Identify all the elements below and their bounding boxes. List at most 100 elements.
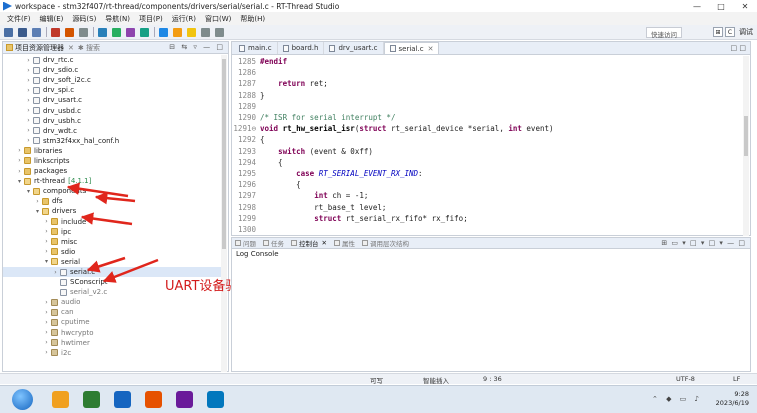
menu-edit[interactable]: 编辑(E): [40, 14, 64, 24]
new-icon[interactable]: [4, 27, 13, 37]
expand-icon[interactable]: ›: [25, 57, 32, 64]
close-icon[interactable]: ✕: [428, 45, 434, 53]
minimize-button[interactable]: —: [685, 0, 709, 12]
view-toolbar[interactable]: ⊟ ⇆ ▿ — □: [169, 43, 225, 51]
editor-tab[interactable]: drv_usart.c: [324, 42, 384, 54]
tree-item[interactable]: › i2c: [3, 348, 221, 358]
tree-item[interactable]: › drv_usbd.c: [3, 105, 221, 115]
tray-icons[interactable]: ⌃ ◆ ▭ ♪: [652, 395, 702, 403]
back-icon[interactable]: [201, 27, 210, 37]
terminal-icon[interactable]: [126, 27, 135, 37]
tree-item[interactable]: › drv_soft_i2c.c: [3, 75, 221, 85]
menu-help[interactable]: 帮助(H): [240, 14, 265, 24]
expand-icon[interactable]: ›: [43, 248, 50, 255]
editor-tab[interactable]: serial.c ✕: [383, 42, 440, 54]
search-icon[interactable]: [159, 27, 168, 37]
sdk-manager-icon[interactable]: [140, 27, 149, 37]
expand-icon[interactable]: ›: [43, 238, 50, 245]
rebuild-icon[interactable]: [65, 27, 74, 37]
tree-item[interactable]: › packages: [3, 166, 221, 176]
scrollbar-thumb[interactable]: [222, 59, 226, 249]
tree-item[interactable]: › drv_usbh.c: [3, 116, 221, 126]
collapse-icon[interactable]: ▾: [43, 258, 50, 265]
tree-item[interactable]: › dfs: [3, 196, 221, 206]
tree-item[interactable]: ▾ rt-thread [4.1.1]: [3, 176, 221, 186]
save-icon[interactable]: [18, 27, 27, 37]
expand-icon[interactable]: ›: [25, 87, 32, 94]
expand-icon[interactable]: ›: [25, 117, 32, 124]
tree-item[interactable]: ▾ serial: [3, 257, 221, 267]
console-toolbar[interactable]: ⊞ ▭ ▾ □ ▾ □ ▾ — □: [661, 239, 746, 247]
taskbar-app-icon[interactable]: [114, 391, 131, 408]
expand-icon[interactable]: ›: [52, 269, 59, 276]
project-explorer-tab[interactable]: 项目资源管理器: [15, 43, 64, 53]
expand-icon[interactable]: ›: [25, 127, 32, 134]
expand-icon[interactable]: ›: [25, 107, 32, 114]
expand-icon[interactable]: ›: [25, 137, 32, 144]
menu-run[interactable]: 运行(R): [172, 14, 196, 24]
clock[interactable]: 9:28 2023/6/19: [716, 390, 749, 408]
menu-source[interactable]: 源码(S): [72, 14, 96, 24]
tree-item[interactable]: › sdio: [3, 247, 221, 257]
tree-item[interactable]: › ipc: [3, 227, 221, 237]
editor-scrollbar[interactable]: [743, 56, 749, 236]
tree-item[interactable]: › hwcrypto: [3, 328, 221, 338]
editor-tab[interactable]: main.c: [234, 42, 278, 54]
search-tab[interactable]: ✱ 搜索: [78, 43, 100, 53]
expand-icon[interactable]: ›: [43, 329, 50, 336]
expand-icon[interactable]: ›: [43, 339, 50, 346]
menu-project[interactable]: 项目(P): [139, 14, 163, 24]
menu-navigate[interactable]: 导航(N): [105, 14, 130, 24]
expand-icon[interactable]: ›: [43, 309, 50, 316]
taskbar-app-icon[interactable]: [52, 391, 69, 408]
expand-icon[interactable]: ›: [43, 299, 50, 306]
build-icon[interactable]: [51, 27, 60, 37]
console-tab[interactable]: 问题: [235, 238, 256, 248]
tree-item[interactable]: › audio: [3, 297, 221, 307]
expand-icon[interactable]: ›: [43, 349, 50, 356]
debug-icon[interactable]: [98, 27, 107, 37]
tree-item[interactable]: › drv_spi.c: [3, 85, 221, 95]
maximize-button[interactable]: □: [709, 0, 733, 12]
expand-icon[interactable]: ›: [43, 319, 50, 326]
taskbar-app-icon[interactable]: [145, 391, 162, 408]
console-tab[interactable]: 调用层次结构: [361, 238, 409, 248]
editor-tab[interactable]: board.h: [278, 42, 325, 54]
taskbar-app-icon[interactable]: [207, 391, 224, 408]
tree-item[interactable]: › stm32f4xx_hal_conf.h: [3, 136, 221, 146]
tree-item[interactable]: ▾ drivers: [3, 206, 221, 216]
close-icon[interactable]: ✕: [68, 44, 74, 52]
clean-icon[interactable]: [79, 27, 88, 37]
console-tab[interactable]: 属性: [333, 238, 355, 248]
download-icon[interactable]: [112, 27, 121, 37]
menu-file[interactable]: 文件(F): [7, 14, 31, 24]
forward-icon[interactable]: [215, 27, 224, 37]
collapse-icon[interactable]: ▾: [25, 188, 32, 195]
tree-item[interactable]: ▾ components: [3, 186, 221, 196]
expand-icon[interactable]: ›: [34, 198, 41, 205]
open-perspective-icon[interactable]: ⊞: [713, 27, 723, 37]
console-tab[interactable]: 控制台 ✕: [291, 238, 327, 248]
expand-icon[interactable]: ›: [43, 228, 50, 235]
close-button[interactable]: ✕: [733, 0, 757, 12]
tree-item[interactable]: › misc: [3, 237, 221, 247]
expand-icon[interactable]: ›: [25, 77, 32, 84]
expand-icon[interactable]: ›: [25, 67, 32, 74]
console-tab[interactable]: 任务: [263, 238, 284, 248]
editor-minmax[interactable]: □ □: [731, 44, 746, 52]
expand-icon[interactable]: ›: [43, 218, 50, 225]
taskbar-app-icon[interactable]: [83, 391, 100, 408]
tree-item[interactable]: › drv_sdio.c: [3, 65, 221, 75]
c-perspective-icon[interactable]: C: [725, 27, 735, 37]
menu-window[interactable]: 窗口(W): [205, 14, 231, 24]
quick-access-input[interactable]: 快速访问: [646, 27, 682, 39]
taskbar-app-icon[interactable]: [176, 391, 193, 408]
expand-icon[interactable]: ›: [25, 97, 32, 104]
expand-icon[interactable]: ›: [16, 147, 23, 154]
tree-item[interactable]: › can: [3, 307, 221, 317]
collapse-icon[interactable]: ▾: [34, 208, 41, 215]
expand-icon[interactable]: ›: [16, 168, 23, 175]
expand-icon[interactable]: ›: [16, 157, 23, 164]
collapse-icon[interactable]: ▾: [16, 178, 23, 185]
tree-item[interactable]: › drv_wdt.c: [3, 126, 221, 136]
